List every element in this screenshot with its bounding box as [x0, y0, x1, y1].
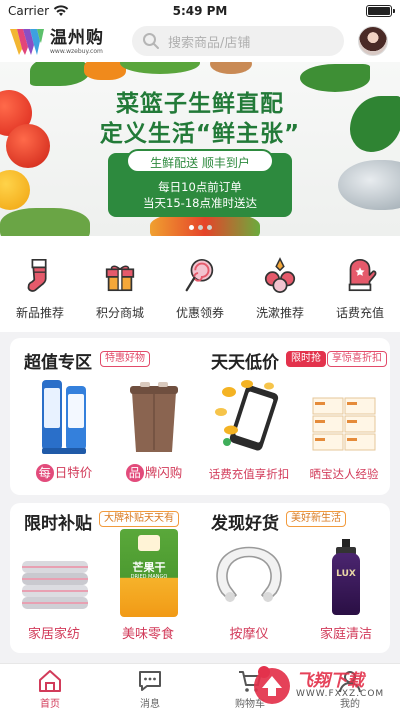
- tab-label: 首页: [40, 699, 60, 710]
- deal-review-experience[interactable]: 晒宝达人经验: [301, 376, 387, 494]
- category-toiletries[interactable]: 洗漱推荐: [240, 236, 320, 332]
- section-title-discover[interactable]: 发现好货: [211, 509, 279, 534]
- product-massager[interactable]: 按摩仪: [206, 535, 292, 651]
- logo-text: 温州购: [50, 27, 104, 48]
- lux-bottle-image: LUX: [332, 539, 360, 615]
- watermark-text: 飞翔下载: [296, 670, 364, 691]
- carousel-dots: [0, 225, 400, 230]
- product-home-textile[interactable]: 家居家纺: [14, 535, 94, 651]
- delivery-info-box: 生鲜配送 顺丰到户 每日10点前订单 当天15-18点准时送达: [108, 149, 292, 217]
- status-bar: Carrier 5:49 PM: [0, 0, 400, 22]
- banner-subtitle: 定义生活“鲜主张”: [99, 121, 301, 147]
- deal-label-first-char: 每: [35, 464, 54, 482]
- message-icon: [139, 671, 161, 691]
- tag-brand-subsidy: 大牌补贴天天有: [99, 511, 179, 527]
- delivery-line-2: 当天15-18点准时送达: [143, 196, 257, 210]
- ornaments-icon: [264, 257, 296, 293]
- product-label: 家庭清洁: [319, 627, 372, 642]
- tag-flash: 限时抢: [286, 351, 326, 367]
- stocking-icon: [27, 258, 47, 292]
- deal-label: 每日特价: [26, 462, 102, 482]
- mitten-icon: [348, 258, 377, 292]
- product-home-cleaning[interactable]: LUX 家庭清洁: [306, 535, 386, 651]
- section-title-daily-low[interactable]: 天天低价: [211, 348, 279, 373]
- pack-label: 芒果干: [132, 561, 166, 574]
- deal-topup-discount[interactable]: 话费充值享折扣: [203, 376, 295, 494]
- category-points-mall[interactable]: 积分商城: [80, 236, 160, 332]
- cleanser-image: [42, 380, 86, 454]
- deal-label-rest: 牌闪购: [144, 465, 183, 480]
- home-icon: [39, 670, 61, 692]
- neck-massager-image: [216, 546, 282, 603]
- watermark: 飞翔下载 WWW.FXXZ.COM: [252, 664, 392, 708]
- mango-pack-image: 芒果干 DRIED MANGO: [120, 529, 178, 617]
- category-coupons[interactable]: 优惠领券: [160, 236, 240, 332]
- deal-label: 品牌闪购: [116, 462, 192, 482]
- section-title-subsidy[interactable]: 限时补贴: [24, 509, 92, 534]
- app-root: Carrier 5:49 PM 温州购 www.wzebuy.com 搜索商品/…: [0, 0, 400, 711]
- tab-home[interactable]: 首页: [0, 664, 100, 711]
- product-label: 家居家纺: [27, 627, 80, 642]
- bottle-brand: LUX: [336, 569, 356, 579]
- tag-better-life: 美好新生活: [286, 511, 346, 527]
- banner-title: 菜篮子生鲜直配: [116, 91, 284, 117]
- watermark-url: WWW.FXXZ.COM: [296, 689, 385, 700]
- category-label: 积分商城: [95, 306, 144, 320]
- trash-bin-image: [130, 382, 178, 452]
- lemon-image: [0, 170, 30, 210]
- herb-image: [120, 62, 200, 74]
- onion-image: [210, 62, 252, 74]
- delivery-pill: 生鲜配送 顺丰到户: [126, 149, 274, 173]
- search-placeholder: 搜索商品/店铺: [168, 35, 251, 51]
- battery-icon: [366, 5, 395, 17]
- promo-banner[interactable]: 菜篮子生鲜直配 定义生活“鲜主张” 生鲜配送 顺丰到户 每日10点前订单 当天1…: [0, 62, 400, 236]
- towels-image: [22, 561, 88, 609]
- app-logo[interactable]: 温州购 www.wzebuy.com: [10, 26, 122, 58]
- deal-label-rest: 日特价: [54, 465, 93, 480]
- search-input[interactable]: 搜索商品/店铺: [132, 26, 344, 56]
- clock: 5:49 PM: [172, 4, 228, 18]
- category-label: 洗漱推荐: [255, 306, 304, 320]
- deal-brand-flash[interactable]: 品牌闪购: [116, 376, 192, 494]
- category-row: 新品推荐 积分商城 优惠领券 洗漱推荐 话费充值: [0, 236, 400, 332]
- section-title-value-zone[interactable]: 超值专区: [24, 348, 92, 373]
- product-label: 按摩仪: [229, 627, 269, 642]
- deals-card: 超值专区 特惠好物 天天低价 限时抢 享惊喜折扣 每日特价 品 牌闪购 话费充值…: [10, 338, 390, 495]
- category-label: 话费充值: [335, 306, 384, 320]
- watermark-logo-icon: [254, 668, 290, 704]
- vegetables-image: [0, 208, 90, 236]
- category-label: 优惠领券: [175, 306, 224, 320]
- search-icon: [143, 33, 159, 49]
- logo-w-icon: [10, 29, 44, 55]
- deal-daily-special[interactable]: 每日特价: [26, 376, 102, 494]
- avatar[interactable]: [358, 26, 388, 56]
- deal-label-first-char: 品: [125, 464, 144, 482]
- lollipop-icon: [185, 258, 214, 292]
- subsidy-card: 限时补贴 大牌补贴天天有 发现好货 美好新生活 家居家纺 芒果干 DRIED M…: [10, 503, 390, 653]
- gift-icon: [105, 265, 135, 292]
- product-snacks[interactable]: 芒果干 DRIED MANGO 美味零食: [110, 529, 186, 651]
- tag-special-goods: 特惠好物: [100, 351, 150, 367]
- deal-label: 晒宝达人经验: [309, 467, 379, 481]
- tab-label: 消息: [140, 699, 160, 710]
- category-new[interactable]: 新品推荐: [0, 236, 80, 332]
- tab-messages[interactable]: 消息: [100, 664, 200, 711]
- phone-coins-image: [215, 380, 279, 451]
- tissue-boxes-image: [312, 397, 376, 451]
- product-label: 美味零食: [121, 627, 174, 642]
- deal-label: 话费充值享折扣: [208, 467, 290, 481]
- category-label: 新品推荐: [15, 306, 64, 320]
- category-phone-topup[interactable]: 话费充值: [320, 236, 400, 332]
- logo-url: www.wzebuy.com: [50, 47, 103, 55]
- fish-image: [338, 160, 400, 210]
- leaf-image: [30, 62, 90, 86]
- top-header: 温州购 www.wzebuy.com 搜索商品/店铺: [0, 22, 400, 62]
- tag-discount: 享惊喜折扣: [327, 351, 387, 367]
- pack-sublabel: DRIED MANGO: [130, 574, 168, 580]
- delivery-line-1: 每日10点前订单: [158, 180, 242, 194]
